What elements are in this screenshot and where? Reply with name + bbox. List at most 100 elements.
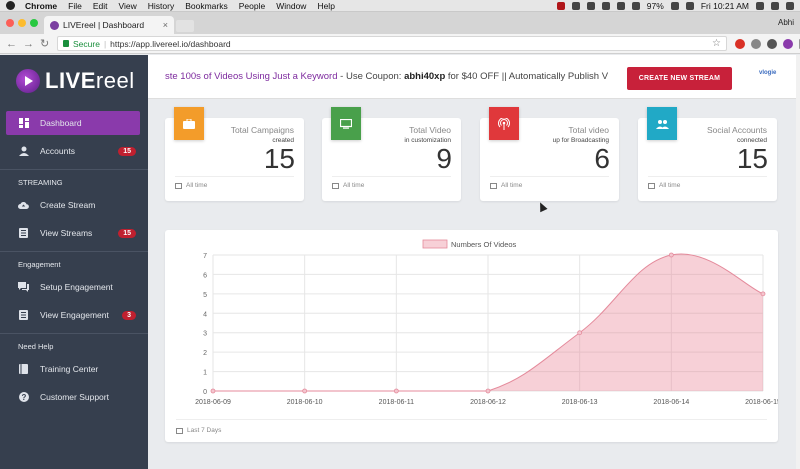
menu-view[interactable]: View [118,1,136,11]
menu-app[interactable]: Chrome [25,1,57,11]
menu-history[interactable]: History [148,1,174,11]
sidebar-item-view-streams[interactable]: View Streams 15 [6,221,140,245]
spotlight-icon[interactable] [756,1,764,10]
tab-title: LIVEreel | Dashboard [63,20,145,30]
clock[interactable]: Fri 10:21 AM [701,1,749,11]
dashboard-icon [18,118,29,128]
help-icon: ? [18,392,29,402]
legend-swatch [422,239,448,249]
sidebar-item-label: Customer Support [40,392,109,402]
create-new-stream-button[interactable]: CREATE NEW STREAM [627,67,732,90]
promo-coupon: abhi40xp [404,71,446,82]
wifi-icon[interactable] [616,1,625,10]
stat-footer: All time [648,182,680,189]
videos-chart: 0 1 2 3 4 5 6 7 2018-06-09 2018-06-10 2018-06-11 20… [195,239,781,406]
promo-header: ste 100s of Videos Using Just a Keyword … [148,55,800,99]
sidebar-item-dashboard[interactable]: Dashboard [6,111,140,135]
macos-menubar: Chrome File Edit View History Bookmarks … [0,0,800,12]
stat-card-campaigns[interactable]: Total Campaigns created 15 All time [165,107,304,201]
menu-window[interactable]: Window [276,1,306,11]
extension-dark-icon[interactable] [767,38,777,49]
data-point [485,388,491,394]
forward-icon[interactable]: → [23,38,34,50]
y-tick-label: 2 [203,350,207,357]
record-icon[interactable] [556,1,565,10]
y-tick-label: 4 [203,311,207,318]
calendar-icon [332,182,339,189]
page-scrollbar[interactable] [796,55,800,469]
promo-marquee[interactable]: ste 100s of Videos Using Just a Keyword … [165,71,608,82]
sidebar-item-customer-support[interactable]: ? Customer Support [6,385,140,409]
siri-icon[interactable] [771,1,779,10]
back-icon[interactable]: ← [6,38,17,50]
apple-icon[interactable] [6,1,15,10]
bluetooth-icon[interactable] [601,1,610,10]
battery-icon[interactable] [670,1,679,10]
minimize-window-button[interactable] [18,19,26,27]
browser-tabstrip: LIVEreel | Dashboard × Abhi [0,12,800,34]
extension-gray-icon[interactable] [751,38,761,49]
sidebar-item-create-stream[interactable]: Create Stream [6,193,140,217]
sidebar-item-setup-engagement[interactable]: Setup Engagement [6,275,140,299]
stat-card-broadcasting[interactable]: Total video up for Broadcasting 6 All ti… [480,107,619,201]
sidebar-item-label: View Streams [40,228,93,238]
videos-chart-card: 0 1 2 3 4 5 6 7 2018-06-09 2018-06-10 2018-06-11 20… [165,230,781,442]
url-text[interactable]: https://app.livereel.io/dashboard [110,39,231,49]
stat-card-customization[interactable]: Total Video in customization 9 All time [322,107,461,201]
address-bar[interactable]: Secure | https://app.livereel.io/dashboa… [57,36,727,51]
user-icon [18,146,29,156]
menu-edit[interactable]: Edit [93,1,108,11]
livereel-logo[interactable]: LIVEreel [0,55,148,107]
sidebar-item-label: Setup Engagement [40,282,113,292]
extension-red-icon[interactable] [735,38,745,49]
sidebar-item-accounts[interactable]: Accounts 15 [6,139,140,163]
battery-percent[interactable]: 97% [647,1,664,11]
card-divider [176,419,767,420]
chart-footer: Last 7 Days [176,427,221,434]
bookmark-star-icon[interactable]: ☆ [712,38,721,49]
broadcast-icon [489,107,519,140]
x-tick-label: 2018-06-13 [562,399,598,406]
stat-footer-text: All time [343,182,365,189]
profile-name[interactable]: Abhi [778,18,794,27]
menu-file[interactable]: File [68,1,82,11]
sidebar-item-training-center[interactable]: Training Center [6,357,140,381]
reload-icon[interactable]: ↻ [40,37,49,50]
stat-label: Total Video [409,125,451,135]
card-divider [648,176,767,177]
stat-value: 9 [436,143,452,174]
menu-help[interactable]: Help [317,1,334,11]
stat-footer: All time [490,182,522,189]
dropbox-icon[interactable] [586,1,595,10]
url-separator: | [103,38,107,49]
close-tab-icon[interactable]: × [163,20,168,30]
close-window-button[interactable] [6,19,14,27]
extension-purple-icon[interactable] [783,38,793,49]
new-tab-button[interactable] [176,20,194,32]
menu-bookmarks[interactable]: Bookmarks [185,1,228,11]
data-point [393,388,399,394]
browser-tab[interactable]: LIVEreel | Dashboard × [44,16,174,34]
main-content: ste 100s of Videos Using Just a Keyword … [148,55,800,469]
lock-icon [63,40,69,47]
stat-footer: All time [332,182,364,189]
sidebar-item-view-engagement[interactable]: View Engagement 3 [6,303,140,327]
cloud-upload-icon [18,200,29,210]
input-source-icon[interactable] [685,1,694,10]
chart-footer-text: Last 7 Days [187,427,222,434]
zoom-window-button[interactable] [30,19,38,27]
livereel-favicon-icon [50,20,59,30]
clipboard-icon[interactable] [571,1,580,10]
partner-logo[interactable]: vlogie [759,70,776,76]
logo-text: LIVEreel [45,68,135,94]
stat-footer-text: All time [186,182,208,189]
book-icon [18,364,29,374]
card-divider [490,176,609,177]
volume-icon[interactable] [631,1,640,10]
menu-people[interactable]: People [239,1,265,11]
y-tick-label: 0 [203,389,207,396]
notifications-icon[interactable] [786,1,794,10]
x-tick-label: 2018-06-11 [379,399,414,406]
stat-card-social-accounts[interactable]: Social Accounts connected 15 All time [638,107,777,201]
sidebar-item-label: Accounts [40,146,75,156]
